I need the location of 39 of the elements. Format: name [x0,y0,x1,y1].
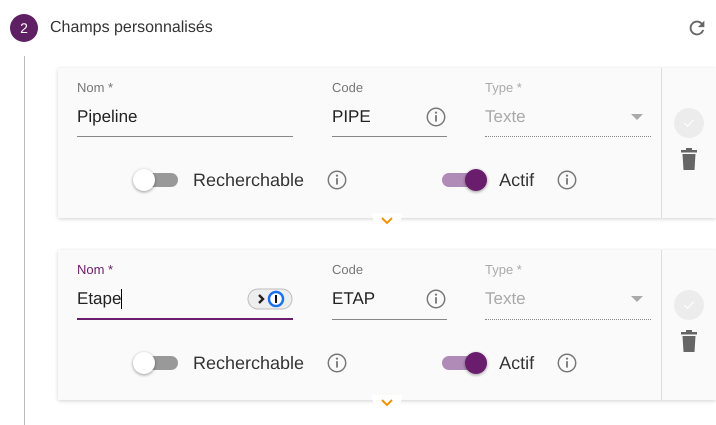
field-value: Texte [485,107,526,127]
info-icon[interactable] [556,352,578,374]
toggle-switch[interactable] [442,352,488,374]
toggle-switch[interactable] [442,169,488,191]
toggle-switch[interactable] [133,352,178,374]
section-title: Champs personnalisés [50,19,213,37]
field-label: Nom * [77,80,114,97]
field-value: PIPE [332,107,371,127]
toggle-switch[interactable] [133,169,178,191]
name-field[interactable]: Nom * Etape [77,262,293,320]
toggle-label: Recherchable [193,352,304,374]
trash-icon[interactable] [681,148,697,170]
field-value: Etape [77,289,122,309]
chevron-down-icon [381,217,393,225]
info-icon[interactable] [326,352,348,374]
info-icon[interactable] [326,169,348,191]
info-icon[interactable] [425,288,447,310]
info-icon[interactable] [425,106,447,128]
field-label: Code [332,262,364,279]
field-label: Type * [485,80,523,97]
extension-badge-icon[interactable] [247,288,293,310]
chevron-down-icon [381,399,393,407]
dropdown-arrow-icon [631,296,643,302]
toggle-label: Recherchable [193,170,304,190]
field-value: Texte [485,289,526,309]
code-field[interactable]: Code PIPE [332,80,447,137]
trash-icon[interactable] [681,330,697,352]
code-field[interactable]: Code ETAP [332,262,447,320]
field-label: Type * [485,262,523,279]
name-field[interactable]: Nom * Pipeline [77,80,293,137]
step-number-badge: 2 [10,14,38,42]
field-value: ETAP [332,289,376,309]
field-label: Nom * [77,262,114,279]
toggle-label: Actif [499,170,534,190]
field-label: Code [332,80,364,97]
field-value: Pipeline [77,107,138,127]
toggle-label: Actif [499,352,534,374]
dropdown-arrow-icon [631,114,643,120]
info-icon[interactable] [556,169,578,191]
